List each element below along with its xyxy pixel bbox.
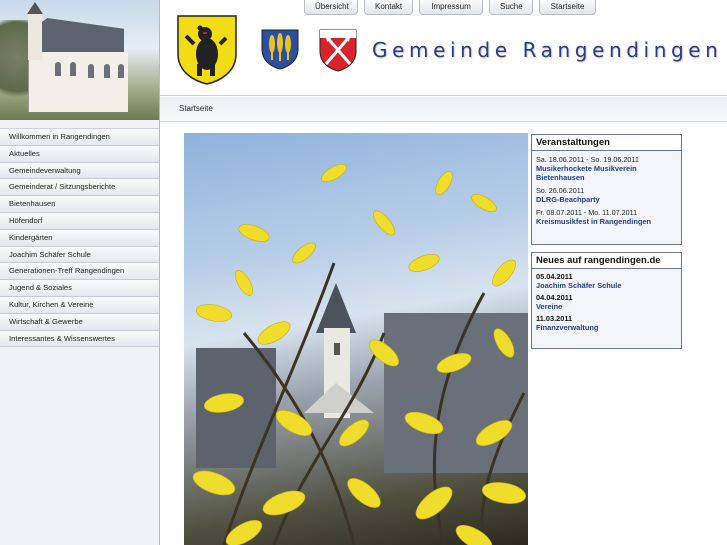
sidebar: Willkommen in Rangendingen Aktuelles Gem… <box>0 120 159 545</box>
window <box>104 64 110 78</box>
events-title: Veranstaltungen <box>532 135 681 151</box>
arrows-coat-of-arms-icon <box>319 29 357 72</box>
bear-coat-of-arms-icon <box>177 15 237 85</box>
nav-uebersicht[interactable]: Übersicht <box>304 0 358 15</box>
news-link[interactable]: Finanzverwaltung <box>536 323 677 333</box>
window <box>70 62 76 76</box>
window <box>118 64 124 78</box>
forsythia-church-photo <box>184 133 528 545</box>
building-roof <box>28 18 124 54</box>
sidebar-spacer <box>0 120 159 129</box>
sidebar-item-bietenhausen[interactable]: Bietenhausen <box>0 196 159 213</box>
sidebar-item-wirtschaft[interactable]: Wirtschaft & Gewerbe <box>0 313 159 331</box>
header: Übersicht Kontakt Impressum Suche Starts… <box>160 0 727 96</box>
wheat-coat-of-arms-icon <box>261 29 299 70</box>
news-link[interactable]: Joachim Schäfer Schule <box>536 281 677 291</box>
event-link[interactable]: Musikerhockete Musikverein Bietenhausen <box>536 164 677 182</box>
sidebar-item-willkommen[interactable]: Willkommen in Rangendingen <box>0 129 159 146</box>
event-item[interactable]: Sa. 18.06.2011 - So. 19.06.2011 Musikerh… <box>532 155 681 182</box>
header-town-hall-photo <box>0 0 159 120</box>
sidebar-item-kindergaerten[interactable]: Kindergärten <box>0 229 159 247</box>
news-item[interactable]: 11.03.2011 Finanzverwaltung <box>532 314 681 333</box>
nav-suche[interactable]: Suche <box>489 0 533 15</box>
tower-cap <box>27 2 43 14</box>
breadcrumb-startseite[interactable]: Startseite <box>179 104 213 113</box>
site-title: Gemeinde Rangendingen <box>372 38 723 62</box>
event-item[interactable]: Fr. 08.07.2011 - Mo. 11.07.2011 Kreismus… <box>532 208 681 226</box>
event-date: So. 26.06.2011 <box>536 186 585 195</box>
building-wall <box>28 52 128 112</box>
sidebar-item-gemeinderat[interactable]: Gemeinderat / Sitzungsberichte <box>0 179 159 197</box>
breadcrumb: Startseite <box>160 97 727 122</box>
sidebar-item-schule[interactable]: Joachim Schäfer Schule <box>0 246 159 264</box>
event-date: Fr. 08.07.2011 - Mo. 11.07.2011 <box>536 208 638 217</box>
top-navigation: Übersicht Kontakt Impressum Suche Starts… <box>304 0 596 16</box>
window <box>88 64 94 78</box>
news-item[interactable]: 04.04.2011 Vereine <box>532 293 681 312</box>
event-item[interactable]: So. 26.06.2011 DLRG-Beachparty <box>532 186 681 204</box>
sidebar-item-interessantes[interactable]: Interessantes & Wissenswertes <box>0 330 159 348</box>
news-box: Neues auf rangendingen.de 05.04.2011 Joa… <box>531 252 682 349</box>
window <box>55 62 61 76</box>
event-link[interactable]: Kreismusikfest in Rangendingen <box>536 217 677 226</box>
nav-kontakt[interactable]: Kontakt <box>364 0 413 15</box>
events-box: Veranstaltungen Sa. 18.06.2011 - So. 19.… <box>531 134 682 245</box>
news-title: Neues auf rangendingen.de <box>532 253 681 269</box>
photo-illustration <box>192 163 528 545</box>
sidebar-item-generationen-treff[interactable]: Generationen-Treff Rangendingen <box>0 263 159 281</box>
sidebar-item-jugend-soziales[interactable]: Jugend & Soziales <box>0 280 159 297</box>
sidebar-item-gemeindeverwaltung[interactable]: Gemeindeverwaltung <box>0 162 159 180</box>
news-link[interactable]: Vereine <box>536 302 677 312</box>
event-link[interactable]: DLRG-Beachparty <box>536 195 677 204</box>
nav-impressum[interactable]: Impressum <box>419 0 483 15</box>
building-tower <box>28 10 42 60</box>
sidebar-item-aktuelles[interactable]: Aktuelles <box>0 145 159 163</box>
nav-startseite[interactable]: Startseite <box>539 0 596 15</box>
news-item[interactable]: 05.04.2011 Joachim Schäfer Schule <box>532 272 681 291</box>
event-date: Sa. 18.06.2011 - So. 19.06.2011 <box>536 155 639 164</box>
sidebar-item-kultur[interactable]: Kultur, Kirchen & Vereine <box>0 296 159 314</box>
sidebar-item-hoefendorf[interactable]: Höfendorf <box>0 212 159 230</box>
